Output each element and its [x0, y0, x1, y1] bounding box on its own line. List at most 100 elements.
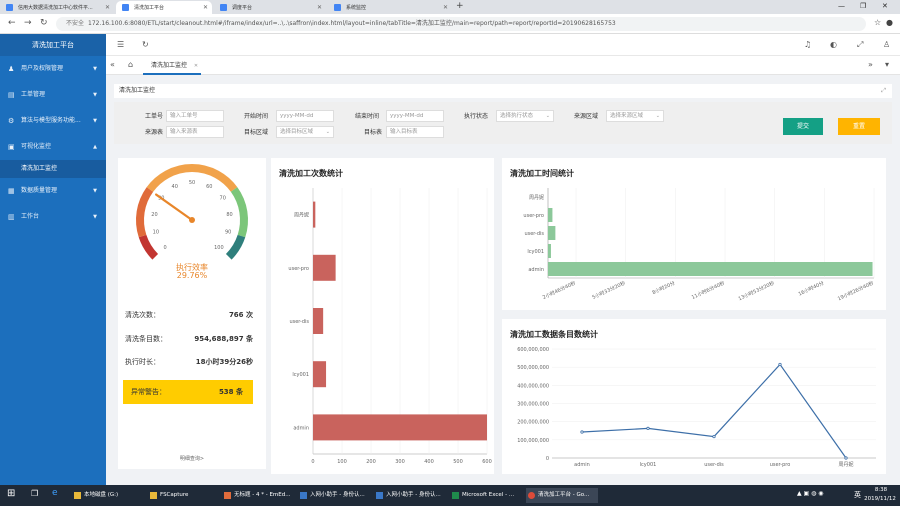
- taskbar-item[interactable]: 入网小助手 - 身份认...: [298, 488, 368, 503]
- close-icon[interactable]: ✕: [105, 4, 110, 11]
- profile-icon[interactable]: ●: [886, 18, 893, 27]
- edge-icon[interactable]: e: [52, 488, 58, 498]
- x-tick-label: admin: [574, 462, 590, 468]
- bar: [313, 414, 487, 441]
- taskbar-item[interactable]: 无标题 - 4 * - EmEd...: [222, 488, 292, 503]
- sidebar-item-label: 算法与模型服务功能...: [21, 117, 81, 124]
- tray-icons[interactable]: ▲ ▣ ◍ ◉: [797, 490, 823, 497]
- chevron-down-icon: ⌄: [325, 129, 330, 135]
- x-tick-label: 周丹妮: [838, 461, 853, 468]
- taskbar-item-label: 本地磁盘 (G:): [84, 492, 119, 498]
- chevron-down-icon: ⌄: [655, 113, 660, 119]
- fullscreen-icon[interactable]: ⤢: [857, 40, 863, 50]
- order-label: 工单号: [145, 113, 164, 120]
- close-icon[interactable]: ✕: [194, 57, 198, 75]
- source-region-select-text: 选择来源区域: [610, 113, 644, 119]
- close-icon[interactable]: ✕: [317, 4, 322, 11]
- gauge-needle: [155, 193, 194, 222]
- minimize-button[interactable]: —: [838, 2, 845, 10]
- windows-start-icon[interactable]: ⊞: [7, 488, 15, 499]
- target-table-label: 目标表: [364, 129, 383, 136]
- sidebar-subitem-cleaning-monitor[interactable]: 清洗加工监控: [0, 160, 106, 178]
- data-point: [778, 362, 782, 367]
- reload-icon[interactable]: ↻: [40, 18, 48, 28]
- bar: [548, 244, 551, 258]
- status-select[interactable]: 选择执行状态 ⌄: [496, 110, 554, 122]
- forward-icon[interactable]: →: [24, 18, 32, 28]
- x-tick-label: 19小时26分40秒: [836, 279, 874, 302]
- sidebar-item-users[interactable]: ♟ 用户及权限管理 ▼: [0, 56, 106, 82]
- stat-value: 766 次: [228, 311, 253, 319]
- favicon-icon: [220, 4, 227, 11]
- sidebar-item-label: 工单管理: [21, 91, 46, 98]
- star-icon[interactable]: ☆: [874, 18, 881, 27]
- panel-header: 清洗加工监控 ⤢: [114, 84, 892, 98]
- sidebar-item-label: 用户及权限管理: [21, 65, 64, 72]
- source-table-input[interactable]: 输入来源表: [166, 126, 224, 138]
- refresh-icon[interactable]: ↻: [142, 40, 149, 49]
- taskbar-item[interactable]: FSCapture: [148, 488, 216, 503]
- browser-tab[interactable]: 调度平台 ✕: [214, 1, 326, 14]
- maximize-button[interactable]: ❐: [860, 2, 866, 10]
- tabs-scroll-right-icon[interactable]: »: [868, 60, 873, 69]
- chrome-icon: [528, 492, 535, 499]
- alarm-value: 538 条: [218, 388, 243, 396]
- sidebar-item-quality[interactable]: ▦ 数据质量管理 ▼: [0, 178, 106, 204]
- url-input[interactable]: 不安全 172.16.100.6:8080/ETL/start/cleanout.…: [56, 17, 866, 31]
- browser-tab-active[interactable]: 清洗加工平台 ✕: [116, 1, 212, 14]
- x-tick-label: 100: [337, 459, 347, 465]
- back-icon[interactable]: ←: [8, 18, 16, 28]
- new-tab-button[interactable]: +: [456, 1, 464, 11]
- target-table-input[interactable]: 输入目标表: [386, 126, 444, 138]
- close-icon[interactable]: ✕: [203, 4, 208, 11]
- taskbar-item[interactable]: 入网小助手 - 身份认...: [374, 488, 444, 503]
- tab-cleaning-monitor[interactable]: 清洗加工监控 ✕: [143, 57, 202, 75]
- taskbar-item-label: Microsoft Excel - ...: [462, 492, 515, 498]
- target-region-select[interactable]: 选择目标区域 ⌄: [276, 126, 334, 138]
- user-avatar-icon[interactable]: ♙: [883, 40, 890, 49]
- records-chart-card: 清洗加工数据条目数统计 0 100,000,000 200,000,000 300,0…: [502, 319, 886, 474]
- taskbar-item[interactable]: Microsoft Excel - ...: [450, 488, 522, 503]
- end-time-input[interactable]: yyyy-MM-dd: [386, 110, 444, 122]
- bar: [548, 262, 873, 276]
- sidebar-item-workbench[interactable]: ▥ 工作台 ▼: [0, 204, 106, 230]
- gauge-tick-label: 90: [225, 230, 231, 236]
- sidebar-item-orders[interactable]: ▤ 工单管理 ▼: [0, 82, 106, 108]
- url-text: 172.16.100.6:8080/ETL/start/cleanout.htm…: [88, 20, 616, 27]
- y-tick-label: 400,000,000: [517, 383, 549, 389]
- taskbar-item-active[interactable]: 清洗加工平台 - Go...: [526, 488, 598, 503]
- window-close-button[interactable]: ✕: [882, 2, 888, 10]
- submit-button[interactable]: 提交: [783, 118, 823, 135]
- sidebar-item-monitoring[interactable]: ▣ 可视化监控 ▲: [0, 134, 106, 160]
- taskbar-item[interactable]: 本地磁盘 (G:): [72, 488, 142, 503]
- bell-icon[interactable]: ♫: [804, 40, 811, 49]
- clock-date[interactable]: 2019/11/12: [862, 496, 898, 502]
- gauge-card: 0102030405060708090100 执行效率 29.76% 清洗次数：…: [118, 158, 266, 469]
- browser-tab[interactable]: 信用大数据清洗加工中心软件平... ✕: [0, 1, 114, 14]
- skin-icon[interactable]: ◐: [830, 40, 837, 49]
- end-time-label: 结束时间: [355, 113, 380, 120]
- source-region-select[interactable]: 选择来源区域 ⌄: [606, 110, 664, 122]
- detail-query-link[interactable]: 明细查询>: [118, 455, 266, 462]
- order-input[interactable]: 输入工单号: [166, 110, 224, 122]
- tabs-menu-icon[interactable]: ▾: [885, 60, 889, 69]
- ime-indicator[interactable]: 英: [854, 490, 861, 500]
- browser-tab[interactable]: 系统监控 ✕: [328, 1, 452, 14]
- start-time-input[interactable]: yyyy-MM-dd: [276, 110, 334, 122]
- clock-time[interactable]: 8:38: [866, 487, 896, 493]
- tabs-scroll-left-icon[interactable]: «: [110, 60, 115, 69]
- home-icon[interactable]: ⌂: [128, 60, 133, 69]
- reset-button[interactable]: 重置: [838, 118, 880, 135]
- status-label: 执行状态: [464, 113, 489, 120]
- stat-value: 18小时39分26秒: [195, 358, 253, 366]
- browser-tab-label: 调度平台: [232, 5, 253, 11]
- sidebar-item-algorithms[interactable]: ⚙ 算法与模型服务功能... ▼: [0, 108, 106, 134]
- data-point: [580, 430, 584, 434]
- close-icon[interactable]: ✕: [443, 4, 448, 11]
- expand-icon[interactable]: ⤢: [881, 84, 886, 98]
- chevron-down-icon: ▼: [93, 66, 97, 72]
- source-table-label: 来源表: [145, 129, 164, 136]
- menu-toggle-icon[interactable]: ☰: [117, 40, 124, 49]
- task-view-icon[interactable]: ❐: [31, 489, 38, 498]
- y-tick-label: user-pro: [523, 213, 544, 219]
